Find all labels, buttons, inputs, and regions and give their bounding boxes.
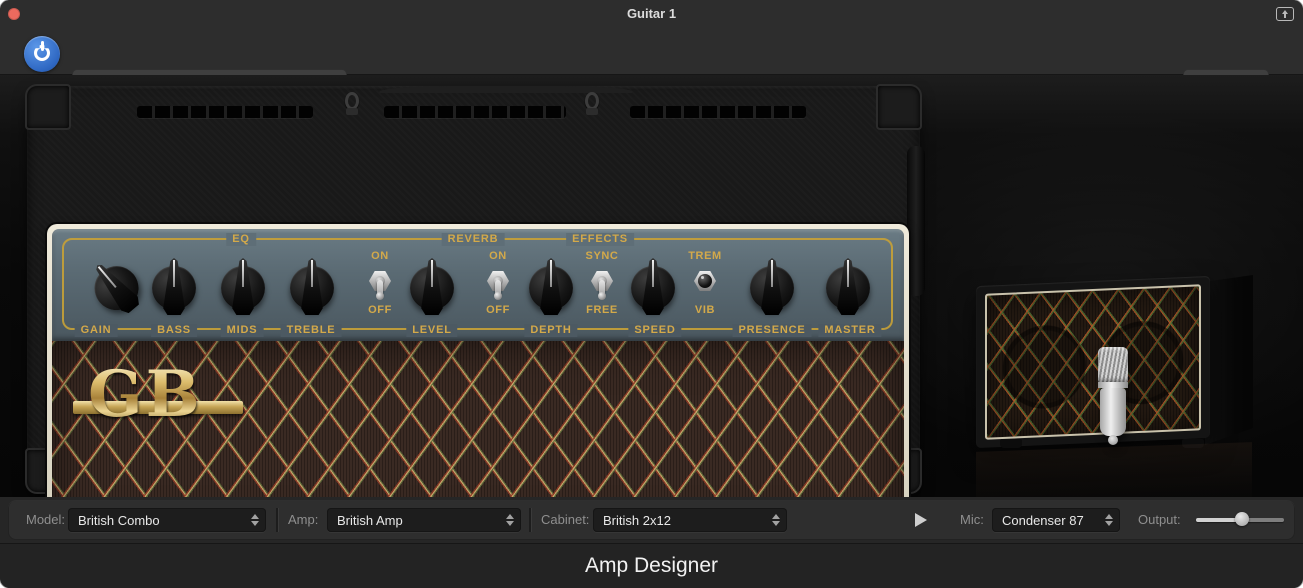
cabinet-side-panel: [1205, 275, 1253, 445]
microphone-tip: [1108, 435, 1118, 445]
level-knob[interactable]: [406, 258, 458, 316]
stepper-arrows-icon: [506, 514, 514, 526]
knob-label-mids: MIDS: [221, 324, 264, 337]
section-label-effects: EFFECTS: [566, 233, 634, 246]
title-bar: Guitar 1: [0, 0, 1303, 26]
model-value: British Combo: [78, 513, 245, 528]
microphone-body: [1100, 388, 1126, 436]
vent-slots: [384, 106, 566, 118]
model-dropdown[interactable]: British Combo: [68, 508, 266, 532]
knob-label-level: LEVEL: [406, 324, 457, 337]
depth-knob[interactable]: [525, 258, 577, 316]
stepper-arrows-icon: [772, 514, 780, 526]
app-title: Amp Designer: [0, 554, 1303, 578]
vent-slots: [137, 106, 313, 118]
speaker-cabinet[interactable]: [976, 276, 1210, 448]
output-label: Output:: [1138, 512, 1181, 527]
knob-label-treble: TREBLE: [281, 324, 342, 337]
switch-label: VIB: [695, 305, 715, 316]
knob-label-speed: SPEED: [628, 324, 681, 337]
handle-ring-mount: [346, 108, 358, 115]
switch-label: FREE: [586, 305, 618, 316]
presence-knob[interactable]: [746, 258, 798, 316]
amp-dropdown[interactable]: British Amp: [327, 508, 521, 532]
vent-slots: [630, 106, 806, 118]
switch-label: ON: [489, 251, 507, 262]
bass-knob[interactable]: [148, 258, 200, 316]
switch-label: OFF: [368, 305, 392, 316]
master-knob[interactable]: [822, 258, 874, 316]
cabinet-label: Cabinet:: [541, 512, 589, 527]
link-window-icon[interactable]: [1276, 7, 1294, 21]
cabinet-foot: [1000, 439, 1022, 448]
effects-onoff-switch[interactable]: [485, 267, 511, 307]
output-slider[interactable]: [1196, 517, 1284, 523]
knob-label-gain: GAIN: [75, 324, 118, 337]
section-label-reverb: REVERB: [442, 233, 505, 246]
power-icon-stem: [41, 41, 44, 51]
microphone[interactable]: [1097, 347, 1129, 447]
footer: Model: British Combo Amp: British Amp Ca…: [0, 497, 1303, 543]
corner-protector: [25, 84, 71, 130]
separator: [276, 508, 278, 532]
side-strap: [907, 146, 925, 296]
switch-label: SYNC: [586, 251, 619, 262]
footer-bar: Model: British Combo Amp: British Amp Ca…: [8, 500, 1295, 540]
amp-logo: GB: [88, 363, 203, 427]
knob-label-depth: DEPTH: [524, 324, 577, 337]
amp-value: British Amp: [337, 513, 500, 528]
corner-protector: [876, 84, 922, 130]
mic-dropdown[interactable]: Condenser 87: [992, 508, 1120, 532]
app-bar: Amp Designer: [0, 543, 1303, 588]
output-slider-thumb[interactable]: [1235, 512, 1249, 526]
plugin-window: Guitar 1 British Combo Clean View: 100%: [0, 0, 1303, 588]
separator: [529, 508, 531, 532]
stepper-arrows-icon: [1105, 514, 1113, 526]
knob-label-master: MASTER: [818, 324, 881, 337]
stepper-arrows-icon: [251, 514, 259, 526]
switch-label: OFF: [486, 305, 510, 316]
switch-label: ON: [371, 251, 389, 262]
cabinet-grille: [985, 284, 1201, 439]
play-button[interactable]: [910, 510, 930, 530]
cabinet-dropdown[interactable]: British 2x12: [593, 508, 787, 532]
mic-label: Mic:: [960, 512, 984, 527]
power-button[interactable]: [24, 36, 60, 72]
knob-label-presence: PRESENCE: [733, 324, 812, 337]
microphone-capsule: [1098, 347, 1128, 383]
plugin-header: British Combo Clean View: 100%: [0, 26, 1303, 75]
trem-vib-switch[interactable]: [692, 267, 718, 307]
main-canvas: EQ REVERB EFFECTS ON OFF ON OFF SYNC FRE…: [0, 75, 1303, 497]
handle-ring-mount: [586, 108, 598, 115]
reverb-onoff-switch[interactable]: [367, 267, 393, 307]
knob-label-bass: BASS: [151, 324, 197, 337]
mic-value: Condenser 87: [1002, 513, 1099, 528]
mids-knob[interactable]: [217, 258, 269, 316]
sync-free-switch[interactable]: [589, 267, 615, 307]
gain-knob[interactable]: [91, 258, 143, 316]
switch-label: TREM: [688, 251, 722, 262]
amp-label: Amp:: [288, 512, 318, 527]
cabinet-value: British 2x12: [603, 513, 766, 528]
treble-knob[interactable]: [286, 258, 338, 316]
section-label-eq: EQ: [226, 233, 256, 246]
speed-knob[interactable]: [627, 258, 679, 316]
model-label: Model:: [26, 512, 65, 527]
window-title: Guitar 1: [0, 6, 1303, 21]
